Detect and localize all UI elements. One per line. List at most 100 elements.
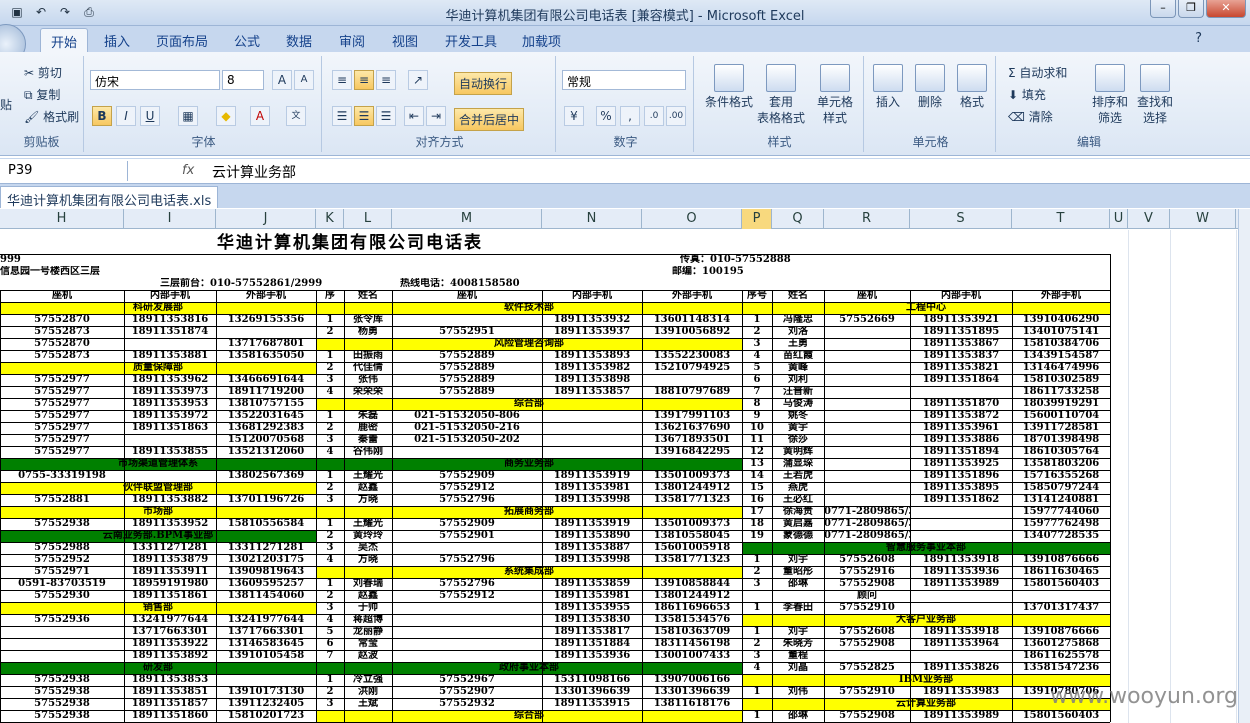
column-header-r[interactable]: R (824, 209, 910, 229)
tab-home[interactable]: 开始 (40, 28, 89, 52)
row-border (0, 662, 1110, 663)
delete-cells-button[interactable]: 删除 (910, 64, 950, 110)
column-header-j[interactable]: J (216, 209, 316, 229)
cut-button[interactable]: ✂ 剪切 (24, 64, 62, 81)
clear-button[interactable]: ⌫ 清除 (1008, 108, 1053, 125)
table-cell: 1 (326, 470, 334, 481)
increase-decimal-icon[interactable]: .0 (644, 106, 664, 126)
column-header-u[interactable]: U (1110, 209, 1128, 229)
comma-button[interactable]: , (620, 106, 640, 126)
column-header-w[interactable]: W (1170, 209, 1236, 229)
help-icon[interactable]: ? (1195, 31, 1202, 46)
worksheet[interactable]: 华迪计算机集团有限公司电话表 999 传真：010-57552888 信息园一号… (0, 230, 1240, 723)
border-button[interactable]: ▦ (178, 106, 198, 126)
percent-button[interactable]: % (596, 106, 616, 126)
autosum-button[interactable]: Σ 自动求和 (1008, 64, 1067, 81)
currency-icon[interactable]: ¥ (564, 106, 584, 126)
column-title: 座机 (52, 290, 72, 301)
increase-indent-icon[interactable]: ⇥ (426, 106, 446, 126)
conditional-format-button[interactable]: 条件格式 (700, 64, 758, 110)
font-name-select[interactable]: 仿宋 (90, 70, 220, 90)
table-cell: 13141240881 (1022, 494, 1100, 505)
format-icon (957, 64, 987, 92)
align-center-icon[interactable]: ☰ (354, 106, 374, 126)
grow-font-button[interactable]: A (272, 70, 292, 90)
column-header-h[interactable]: H (0, 209, 124, 229)
restore-button[interactable]: ❐ (1178, 0, 1204, 18)
align-middle-icon[interactable]: ≡ (354, 70, 374, 90)
decrease-indent-icon[interactable]: ⇤ (404, 106, 424, 126)
row-border (0, 614, 1110, 615)
font-color-icon[interactable]: A (250, 106, 270, 126)
table-cell: 18911353881 (131, 350, 209, 361)
bold-button[interactable]: B (92, 106, 112, 126)
orientation-icon[interactable]: ↗ (408, 70, 428, 90)
tab-addins[interactable]: 加载项 (522, 31, 561, 50)
table-cell: 18911353952 (131, 518, 209, 529)
minimize-button[interactable]: – (1150, 0, 1176, 18)
tab-developer[interactable]: 开发工具 (445, 31, 497, 50)
alignment-group: ≡ ≡ ≡ ↗ 自动换行 ☰ ☰ ☰ ⇤ ⇥ 合并后居中 对齐方式 (324, 56, 556, 152)
fill-button[interactable]: ⬇ 填充 (1008, 86, 1046, 103)
column-header-i[interactable]: I (124, 209, 216, 229)
column-header-l[interactable]: L (344, 209, 392, 229)
column-header-k[interactable]: K (316, 209, 344, 229)
insert-icon (873, 64, 903, 92)
vertical-scrollbar[interactable] (1238, 209, 1250, 723)
sort-filter-button[interactable]: 排序和 筛选 (1088, 64, 1132, 126)
section-title: 市场部 (143, 506, 173, 517)
column-header-t[interactable]: T (1012, 209, 1110, 229)
align-right-icon[interactable]: ☰ (376, 106, 396, 126)
column-header-q[interactable]: Q (772, 209, 824, 229)
italic-button[interactable]: I (116, 106, 136, 126)
column-header-m[interactable]: M (392, 209, 542, 229)
insert-cells-button[interactable]: 插入 (868, 64, 908, 110)
shrink-font-button[interactable]: A (294, 70, 314, 90)
document-tab[interactable]: 华迪计算机集团有限公司电话表.xls (0, 186, 219, 209)
number-format-select[interactable]: 常规 (562, 70, 686, 90)
table-cell: 18911353989 (922, 578, 1000, 589)
align-bottom-icon[interactable]: ≡ (376, 70, 396, 90)
table-cell: 田振雨 (353, 350, 383, 361)
format-as-table-button[interactable]: 套用 表格格式 (752, 64, 810, 126)
column-header-s[interactable]: S (910, 209, 1012, 229)
tab-review[interactable]: 审阅 (339, 31, 365, 50)
copy-button[interactable]: ⧉ 复制 (24, 86, 60, 103)
function-icon[interactable]: fx (182, 163, 194, 178)
tab-formulas[interactable]: 公式 (234, 31, 260, 50)
table-cell: 13311271281 (131, 542, 209, 553)
underline-button[interactable]: U (140, 106, 160, 126)
decrease-decimal-icon[interactable]: .00 (666, 106, 686, 126)
align-left-icon[interactable]: ☰ (332, 106, 352, 126)
close-button[interactable]: ✕ (1206, 0, 1246, 18)
format-painter-button[interactable]: 🖌 格式刷 (24, 108, 79, 125)
font-size-select[interactable]: 8 (222, 70, 264, 90)
align-top-icon[interactable]: ≡ (332, 70, 352, 90)
fill-color-icon[interactable]: ◆ (216, 106, 236, 126)
merge-center-button[interactable]: 合并后居中 (454, 108, 525, 131)
column-header-p[interactable]: P (742, 209, 772, 229)
table-cell: 2 (326, 590, 334, 601)
tab-insert[interactable]: 插入 (104, 31, 130, 50)
table-cell: 13911728581 (1022, 422, 1100, 433)
column-header-v[interactable]: V (1128, 209, 1170, 229)
tab-data[interactable]: 数据 (286, 31, 312, 50)
cell-styles-button[interactable]: 单元格 样式 (808, 64, 862, 126)
paste-button[interactable]: 贴 (0, 96, 12, 113)
column-header-o[interactable]: O (642, 209, 742, 229)
row-border (0, 482, 1110, 483)
table-cell: 57552796 (439, 494, 495, 505)
wrap-text-button[interactable]: 自动换行 (454, 72, 513, 95)
table-cell: 57552908 (839, 638, 895, 649)
tab-page-layout[interactable]: 页面布局 (156, 31, 208, 50)
formula-input[interactable]: 云计算业务部 (212, 162, 296, 182)
format-cells-button[interactable]: 格式 (952, 64, 992, 110)
phonetic-icon[interactable]: 文 (286, 106, 306, 126)
table-cell: 18911353937 (553, 326, 631, 337)
section-title: 大客户业务部 (896, 614, 956, 625)
column-header-n[interactable]: N (542, 209, 642, 229)
name-box[interactable]: P39 (0, 161, 128, 181)
find-select-button[interactable]: 查找和 选择 (1134, 64, 1176, 126)
tab-view[interactable]: 视图 (392, 31, 418, 50)
table-cell: 13811618176 (653, 698, 731, 709)
